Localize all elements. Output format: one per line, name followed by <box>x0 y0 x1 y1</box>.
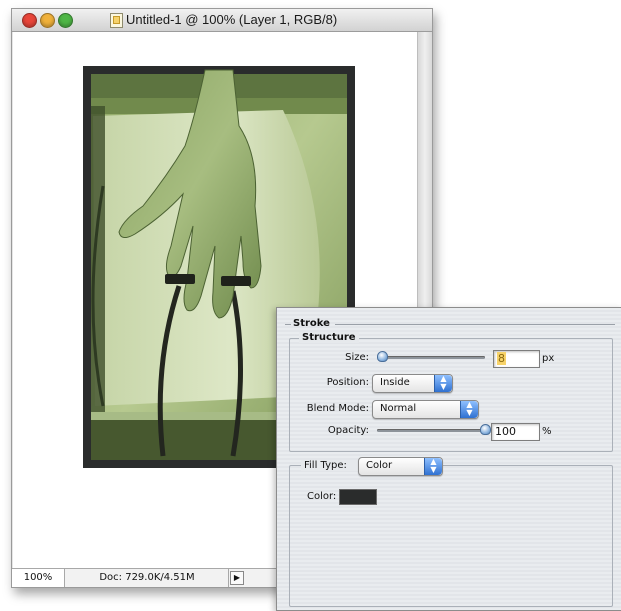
opacity-slider-thumb-icon[interactable] <box>480 424 491 435</box>
position-value: Inside <box>380 377 410 388</box>
opacity-label: Opacity: <box>327 425 369 436</box>
up-down-arrows-icon: ▲ ▼ <box>424 458 442 475</box>
position-label: Position: <box>326 377 369 388</box>
fill-type-select[interactable]: Color ▲ ▼ <box>358 457 443 476</box>
blend-mode-select[interactable]: Normal ▲ ▼ <box>372 400 479 419</box>
fill-group <box>289 465 613 607</box>
color-swatch[interactable] <box>339 489 377 505</box>
stroke-title: Stroke <box>293 318 330 329</box>
size-unit: px <box>542 353 555 364</box>
divider <box>335 324 615 325</box>
size-input[interactable]: 8 <box>493 350 540 368</box>
minimize-button-icon[interactable] <box>40 13 55 28</box>
opacity-unit: % <box>542 426 552 437</box>
stroke-dialog: Stroke Structure Size: 8 px Position: In… <box>276 307 621 611</box>
zoom-level-field[interactable]: 100% <box>12 569 65 587</box>
fill-type-value: Color <box>366 460 393 471</box>
structure-title: Structure <box>299 332 359 343</box>
window-title: Untitled-1 @ 100% (Layer 1, RGB/8) <box>126 12 338 27</box>
size-value: 8 <box>497 352 506 365</box>
title-bar[interactable]: Untitled-1 @ 100% (Layer 1, RGB/8) <box>12 9 432 32</box>
close-button-icon[interactable] <box>22 13 37 28</box>
size-label: Size: <box>345 352 369 363</box>
blend-mode-value: Normal <box>380 403 417 414</box>
status-menu-arrow-icon[interactable]: ▶ <box>230 571 244 585</box>
divider <box>285 324 291 325</box>
up-down-arrows-icon: ▲ ▼ <box>434 375 452 392</box>
document-size: Doc: 729.0K/4.51M <box>66 569 229 587</box>
position-select[interactable]: Inside ▲ ▼ <box>372 374 453 393</box>
size-slider-thumb-icon[interactable] <box>377 351 389 362</box>
fill-type-label: Fill Type: <box>301 460 358 471</box>
size-slider[interactable] <box>377 356 485 359</box>
zoom-button-icon[interactable] <box>58 13 73 28</box>
blend-mode-label: Blend Mode: <box>306 403 369 414</box>
opacity-input[interactable]: 100 <box>491 423 540 441</box>
opacity-slider[interactable] <box>377 429 485 432</box>
color-label: Color: <box>307 491 337 502</box>
up-down-arrows-icon: ▲ ▼ <box>460 401 478 418</box>
document-icon <box>110 13 123 28</box>
